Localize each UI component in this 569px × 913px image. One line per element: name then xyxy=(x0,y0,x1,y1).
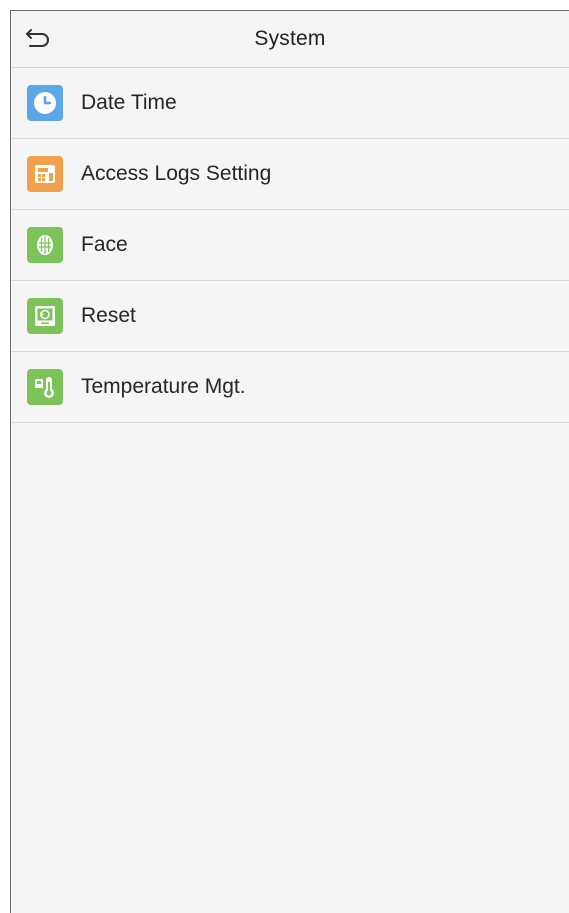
page-title: System xyxy=(254,27,326,50)
system-screen: System Date Time Access Logs Setting Fac… xyxy=(10,10,569,913)
menu-item-reset[interactable]: Reset xyxy=(11,281,569,352)
header-bar: System xyxy=(11,11,569,68)
menu-item-date-time[interactable]: Date Time xyxy=(11,68,569,139)
menu-item-label: Date Time xyxy=(81,91,177,114)
face-icon xyxy=(27,227,63,263)
thermometer-icon xyxy=(27,369,63,405)
logs-setting-icon xyxy=(27,156,63,192)
menu-item-face[interactable]: Face xyxy=(11,210,569,281)
menu-item-access-logs-setting[interactable]: Access Logs Setting xyxy=(11,139,569,210)
menu-item-label: Reset xyxy=(81,304,136,327)
menu-item-label: Access Logs Setting xyxy=(81,162,272,185)
menu-list: Date Time Access Logs Setting Face Reset… xyxy=(11,68,569,423)
menu-item-label: Face xyxy=(81,233,128,256)
reset-icon xyxy=(27,298,63,334)
back-arrow-icon[interactable] xyxy=(23,25,53,53)
clock-icon xyxy=(27,85,63,121)
menu-item-temperature-mgt[interactable]: Temperature Mgt. xyxy=(11,352,569,423)
menu-item-label: Temperature Mgt. xyxy=(81,375,246,398)
